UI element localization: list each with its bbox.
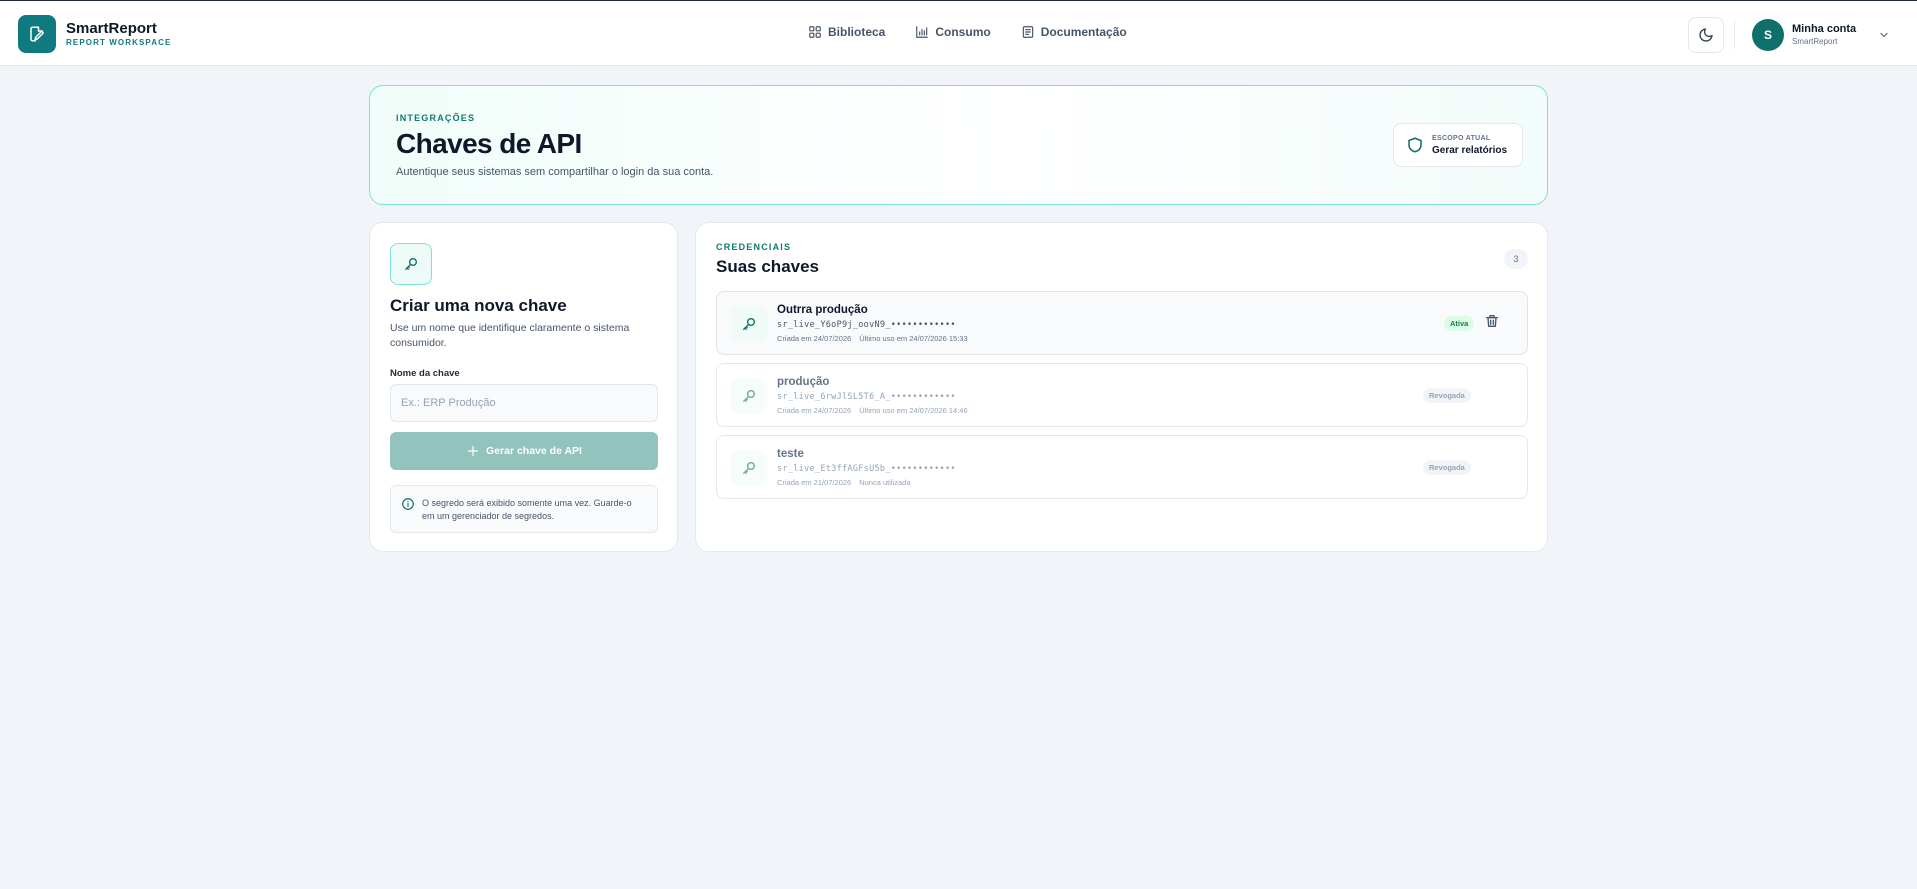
chevron-down-icon (1880, 32, 1888, 38)
brand-subtitle: REPORT WORKSPACE (66, 38, 172, 47)
key-last-use: Último uso em 24/07/2026 15:33 (859, 334, 968, 343)
moon-icon (1699, 28, 1713, 42)
generate-key-button[interactable]: Gerar chave de API (390, 432, 658, 470)
key-created: Criada em 21/07/2026 (777, 478, 852, 487)
key-last-use: Último uso em 24/07/2026 14:46 (859, 406, 968, 415)
theme-toggle-button[interactable] (1688, 17, 1724, 53)
account-org: SmartReport (1792, 37, 1838, 46)
key-created: Criada em 24/07/2026 (777, 406, 852, 415)
hero-eyebrow: INTEGRAÇÕES (396, 113, 476, 123)
app-header: SmartReport REPORT WORKSPACE Biblioteca … (0, 1, 1917, 66)
shield-icon (1408, 137, 1422, 153)
key-icon (390, 243, 432, 285)
account-name: Minha conta (1792, 23, 1857, 35)
key-row[interactable]: produção sr_live_6rwJlSL5T6_A_••••••••••… (716, 363, 1528, 427)
key-secret: sr_live_Et3ffAGFsU5b_•••••••••••• (777, 464, 956, 474)
account-menu[interactable]: S Minha conta SmartReport (1752, 19, 1890, 51)
keys-title: Suas chaves (716, 257, 820, 276)
create-key-description: Use um nome que identifique claramente o… (390, 322, 630, 349)
key-secret: sr_live_Y6oP9j_oovN9_•••••••••••• (777, 320, 956, 330)
create-key-title: Criar uma nova chave (390, 296, 567, 315)
nav-label: Documentação (1040, 25, 1127, 39)
brand[interactable]: SmartReport REPORT WORKSPACE (18, 15, 171, 53)
page-hero: INTEGRAÇÕES Chaves de API Autentique seu… (369, 85, 1548, 205)
scope-badge: ESCOPO ATUAL Gerar relatórios (1393, 123, 1523, 167)
secret-note: O segredo será exibido somente uma vez. … (390, 485, 658, 533)
bar-chart-icon (916, 26, 929, 38)
key-name: teste (777, 448, 804, 460)
info-icon (402, 498, 414, 510)
brand-name: SmartReport (66, 20, 157, 37)
keys-eyebrow: CREDENCIAIS (716, 242, 792, 252)
page-title: Chaves de API (396, 128, 582, 159)
key-last-use: Nunca utilizada (859, 478, 911, 487)
keys-list-card: CREDENCIAIS Suas chaves 3 Outrra produçã… (695, 222, 1548, 552)
nav-label: Biblioteca (828, 25, 886, 39)
status-badge: Revogada (1423, 388, 1471, 403)
nav-item-documentacao[interactable]: Documentação (1021, 25, 1127, 39)
nav-item-biblioteca[interactable]: Biblioteca (808, 25, 885, 39)
header-divider (1734, 21, 1735, 49)
status-badge: Ativa (1444, 316, 1475, 331)
plus-icon (467, 445, 479, 457)
key-row[interactable]: teste sr_live_Et3ffAGFsU5b_•••••••••••• … (716, 435, 1528, 499)
delete-key-button[interactable] (1484, 313, 1500, 334)
avatar: S (1752, 19, 1784, 51)
logo-edit-icon (18, 15, 56, 53)
main-nav: Biblioteca Consumo Documentação (808, 25, 1127, 39)
scope-label: ESCOPO ATUAL (1432, 134, 1491, 142)
document-icon (1022, 26, 1033, 38)
nav-label: Consumo (935, 25, 991, 39)
page-description: Autentique seus sistemas sem compartilha… (396, 166, 714, 178)
status-badge: Revogada (1423, 460, 1471, 475)
key-name: produção (777, 376, 830, 388)
key-icon (731, 378, 767, 414)
key-row[interactable]: Outrra produção sr_live_Y6oP9j_oovN9_•••… (716, 291, 1528, 355)
key-icon (731, 450, 767, 486)
nav-item-consumo[interactable]: Consumo (915, 25, 991, 39)
grid-icon (809, 26, 821, 38)
generate-key-label: Gerar chave de API (486, 445, 582, 457)
key-name: Outrra produção (777, 304, 868, 316)
key-secret: sr_live_6rwJlSL5T6_A_•••••••••••• (777, 392, 956, 402)
scope-value: Gerar relatórios (1432, 144, 1508, 156)
key-name-input[interactable] (390, 384, 658, 422)
key-icon (731, 306, 767, 342)
create-key-card: Criar uma nova chave Use um nome que ide… (369, 222, 678, 552)
secret-note-text: O segredo será exibido somente uma vez. … (422, 498, 632, 521)
trash-icon (1486, 315, 1498, 327)
keys-count-badge: 3 (1504, 249, 1528, 269)
key-name-label: Nome da chave (390, 368, 460, 379)
key-created: Criada em 24/07/2026 (777, 334, 852, 343)
